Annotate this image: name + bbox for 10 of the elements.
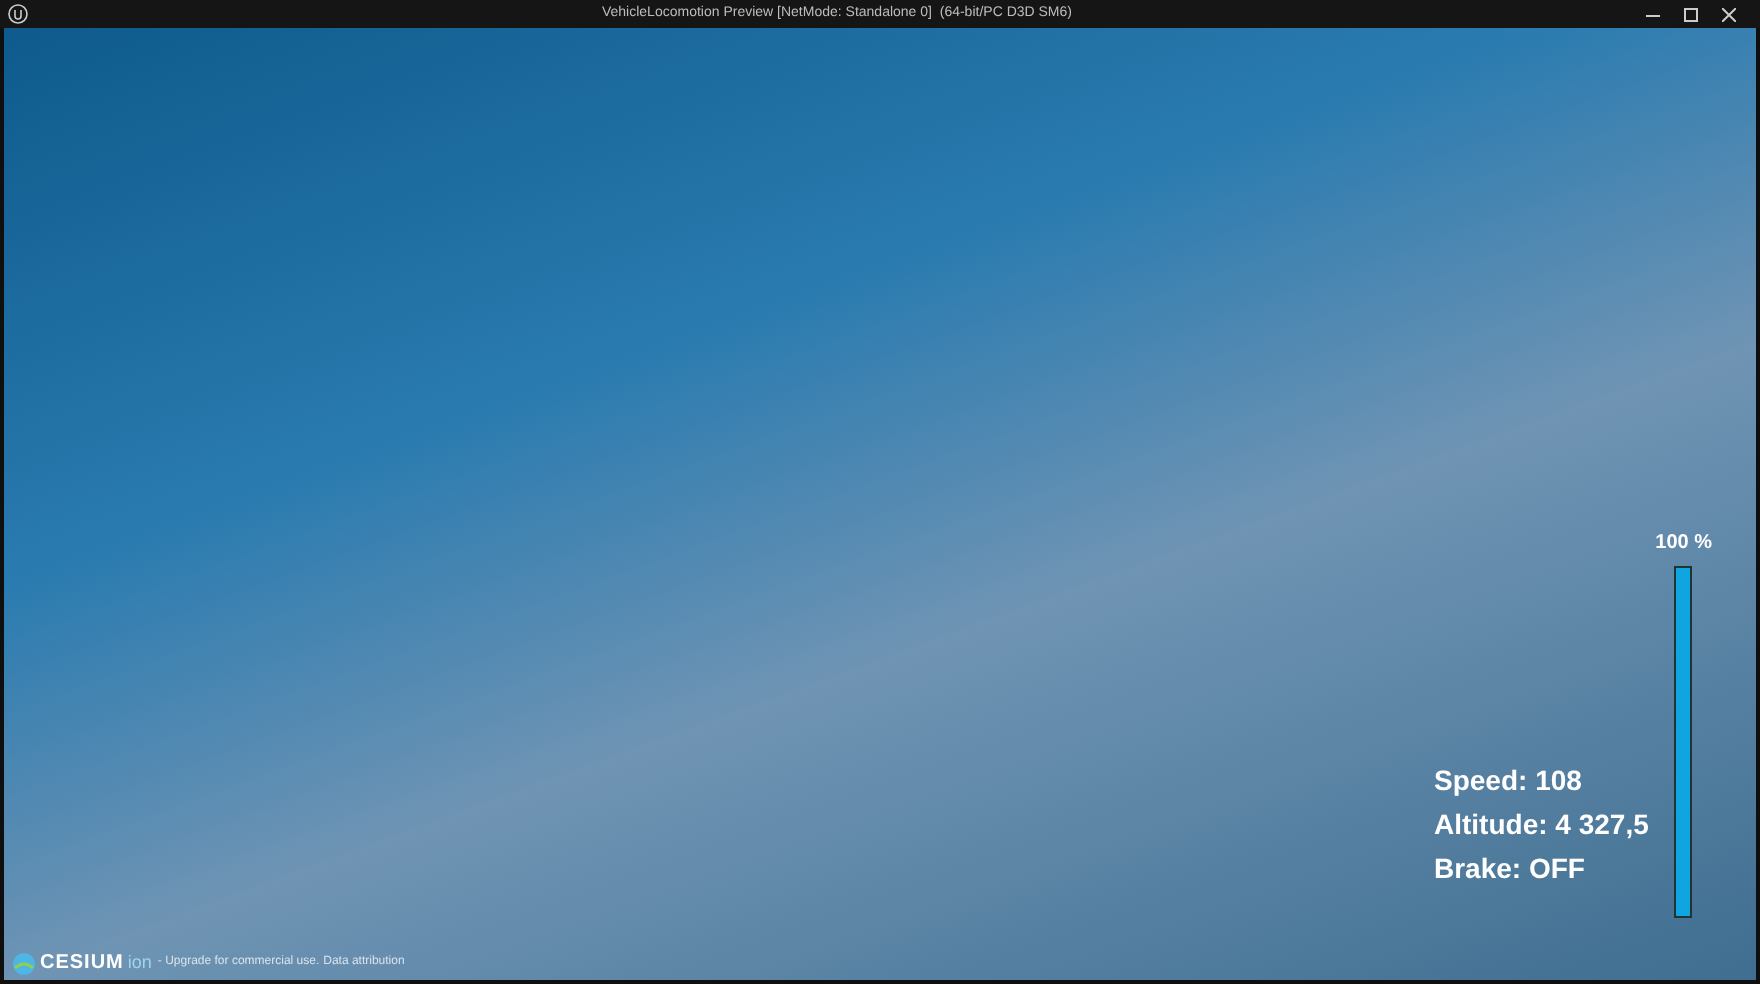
hud-readout: Speed: 108 (1434, 764, 1584, 796)
ion-logo-text: ion (127, 949, 152, 976)
hud-readout: Altitude: 4 327,5 (1434, 808, 1649, 840)
close-icon[interactable] (1722, 7, 1736, 21)
cesium-logo-icon (12, 951, 36, 975)
engine-logo-icon (8, 4, 28, 24)
hud-readout: Brake: OFF (1434, 852, 1587, 884)
maximize-icon[interactable] (1684, 7, 1698, 21)
cesium-logo-text: CESIUM (40, 950, 124, 978)
throttle-label: 100 % (1655, 530, 1712, 558)
